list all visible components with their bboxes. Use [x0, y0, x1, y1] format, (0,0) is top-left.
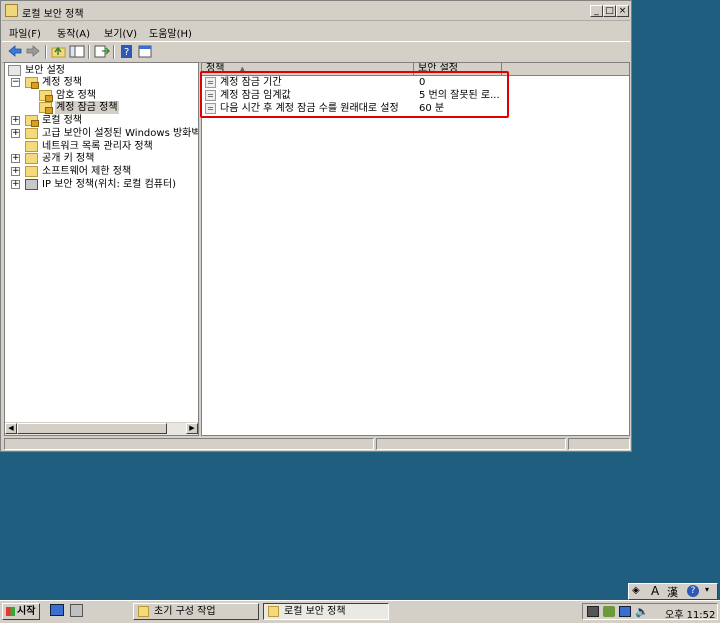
scrollbar-thumb[interactable] [17, 423, 167, 434]
expand-icon[interactable]: + [11, 116, 20, 125]
menu-action[interactable]: 동작(A) [57, 25, 90, 40]
menu-help[interactable]: 도움말(H) [149, 25, 192, 40]
tree-pane[interactable]: 보안 설정 − 계정 정책 암호 정책 계정 잠금 정책 + 로컬 정책 + 고… [4, 62, 199, 436]
policy-list-pane[interactable]: 정책 ▲ 보안 설정 계정 잠금 기간 0 계정 잠금 임계값 5 번의 잘못된… [201, 62, 630, 436]
folder-icon [25, 141, 38, 152]
expand-icon[interactable]: + [11, 180, 20, 189]
folder-icon [25, 115, 39, 127]
properties-icon[interactable] [137, 44, 153, 59]
volume-icon[interactable]: 🔈 [635, 605, 649, 618]
clock[interactable]: 오후 11:52 [665, 606, 715, 621]
network-icon[interactable] [619, 606, 631, 617]
folder-icon [25, 153, 38, 164]
status-pane [568, 438, 630, 450]
toolbar: ? [2, 41, 630, 63]
system-tray: 🔈 오후 11:52 [582, 603, 718, 621]
show-desktop-icon[interactable] [50, 604, 64, 616]
collapse-icon[interactable]: − [11, 78, 20, 87]
ip-security-icon [25, 179, 38, 190]
input-mode-icon[interactable]: A [651, 584, 659, 598]
folder-icon [39, 90, 53, 102]
status-bar [4, 438, 630, 450]
security-settings-icon [8, 65, 21, 76]
start-button[interactable]: 시작 [2, 603, 40, 620]
window-title: 로컬 보안 정책 [22, 9, 84, 20]
options-arrow-icon[interactable]: ▾ [705, 585, 709, 594]
minimize-button[interactable]: _ [590, 5, 603, 17]
taskbar-item-initial-config[interactable]: 초기 구성 작업 [133, 603, 259, 620]
server-manager-icon[interactable] [70, 604, 83, 617]
column-header-empty [502, 63, 629, 76]
hanja-icon[interactable]: 漢 [667, 584, 678, 600]
folder-icon [25, 77, 39, 89]
toolbar-separator [88, 45, 90, 59]
status-pane [4, 438, 374, 450]
folder-icon [39, 102, 53, 114]
title-bar[interactable]: 로컬 보안 정책 _ □ × [2, 2, 630, 21]
taskbar-item-local-security-policy[interactable]: 로컬 보안 정책 [263, 603, 389, 620]
language-bar[interactable]: ◈ A 漢 ? ▾ [628, 583, 718, 600]
scroll-left-icon[interactable]: ◀ [5, 423, 17, 434]
expand-icon[interactable]: + [11, 167, 20, 176]
task-icon [138, 606, 149, 617]
help-icon[interactable]: ? [119, 44, 135, 59]
scroll-right-icon[interactable]: ▶ [186, 423, 198, 434]
svg-text:?: ? [124, 47, 129, 58]
tray-app-icon[interactable] [603, 606, 615, 617]
show-hide-tree-icon[interactable] [69, 44, 85, 59]
tray-app-icon[interactable] [587, 606, 599, 617]
status-pane [376, 438, 566, 450]
forward-arrow-icon[interactable] [25, 44, 41, 59]
close-button[interactable]: × [616, 5, 629, 17]
menu-view[interactable]: 보기(V) [104, 25, 137, 40]
ime-icon[interactable]: ◈ [632, 585, 640, 596]
app-icon [5, 4, 18, 17]
taskbar: 시작 초기 구성 작업 로컬 보안 정책 🔈 오후 11:52 [0, 600, 720, 623]
local-security-policy-window: 로컬 보안 정책 _ □ × 파일(F) 동작(A) 보기(V) 도움말(H) … [0, 0, 632, 452]
highlight-box [200, 71, 509, 118]
folder-icon [25, 166, 38, 177]
expand-icon[interactable]: + [11, 154, 20, 163]
firewall-icon [25, 128, 38, 139]
toolbar-separator [113, 45, 115, 59]
task-icon [268, 606, 279, 617]
toolbar-separator [45, 45, 47, 59]
export-list-icon[interactable] [94, 44, 110, 59]
menu-bar: 파일(F) 동작(A) 보기(V) 도움말(H) [2, 21, 630, 40]
maximize-button[interactable]: □ [603, 5, 616, 17]
back-arrow-icon[interactable] [7, 44, 23, 59]
tree-horizontal-scrollbar[interactable]: ◀ ▶ [5, 422, 198, 435]
help-icon[interactable]: ? [687, 585, 699, 597]
up-folder-icon[interactable] [51, 44, 67, 59]
menu-file[interactable]: 파일(F) [9, 25, 41, 40]
expand-icon[interactable]: + [11, 129, 20, 138]
